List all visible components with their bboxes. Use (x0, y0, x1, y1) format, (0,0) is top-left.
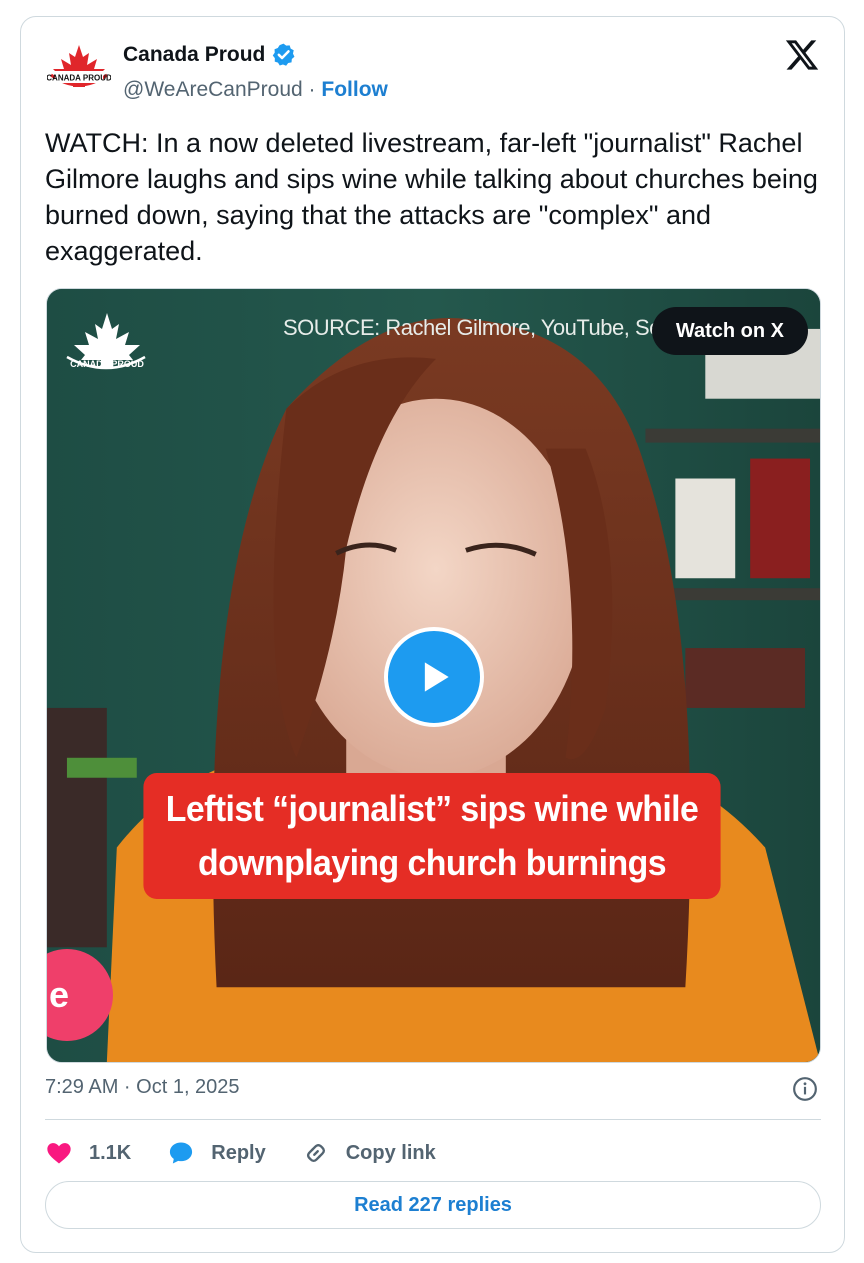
read-replies-button[interactable]: Read 227 replies (45, 1181, 821, 1229)
author-name-row: Canada Proud (123, 42, 296, 67)
follow-link[interactable]: Follow (321, 78, 388, 101)
info-icon[interactable] (792, 1076, 818, 1102)
video-caption: Leftist “journalist” sips wine while dow… (143, 773, 721, 899)
reply-label: Reply (211, 1141, 266, 1164)
divider (45, 1119, 821, 1120)
reply-button[interactable]: Reply (167, 1139, 266, 1167)
author-handle[interactable]: @WeAreCanProud (123, 78, 303, 101)
like-button[interactable]: 1.1K (45, 1139, 131, 1167)
action-bar: 1.1K Reply Copy link (45, 1135, 472, 1171)
author-handle-row: @WeAreCanProud · Follow (123, 78, 388, 102)
x-logo-icon[interactable] (784, 37, 820, 73)
copy-link-button[interactable]: Copy link (302, 1139, 436, 1167)
tweet-text: WATCH: In a now deleted livestream, far-… (45, 128, 818, 266)
caption-line-1: Leftist “journalist” sips wine while (165, 788, 699, 829)
canada-proud-watermark: CANADA PROUD (66, 313, 146, 370)
verified-badge-icon (273, 43, 295, 66)
tweet-card: CANADA PROUD Canada Proud @WeAreCanProud… (20, 16, 845, 1253)
caption-line-2: downplaying church burnings (198, 842, 667, 883)
play-button[interactable] (384, 627, 484, 727)
author-display-name[interactable]: Canada Proud (123, 43, 265, 67)
tweet-timestamp[interactable]: 7:29 AM · Oct 1, 2025 (45, 1076, 240, 1099)
watch-on-x-button[interactable]: Watch on X (651, 307, 808, 355)
video-player[interactable]: CANADA PROUD SOURCE: Rachel Gilmore, You… (46, 288, 821, 1063)
pink-badge-letter: e (49, 974, 70, 1015)
canada-proud-logo[interactable]: CANADA PROUD (47, 43, 111, 99)
play-icon (424, 662, 449, 692)
link-icon (306, 1143, 325, 1163)
handle-separator: · (308, 78, 316, 101)
watermark-text: CANADA PROUD (70, 359, 144, 369)
copy-link-label: Copy link (345, 1141, 436, 1164)
speech-bubble-icon (170, 1142, 193, 1164)
logo-text: CANADA PROUD (47, 74, 111, 83)
like-count: 1.1K (89, 1141, 132, 1164)
source-text: SOURCE: Rachel Gilmore, YouTube, Septe (283, 315, 663, 340)
heart-icon (47, 1143, 71, 1164)
